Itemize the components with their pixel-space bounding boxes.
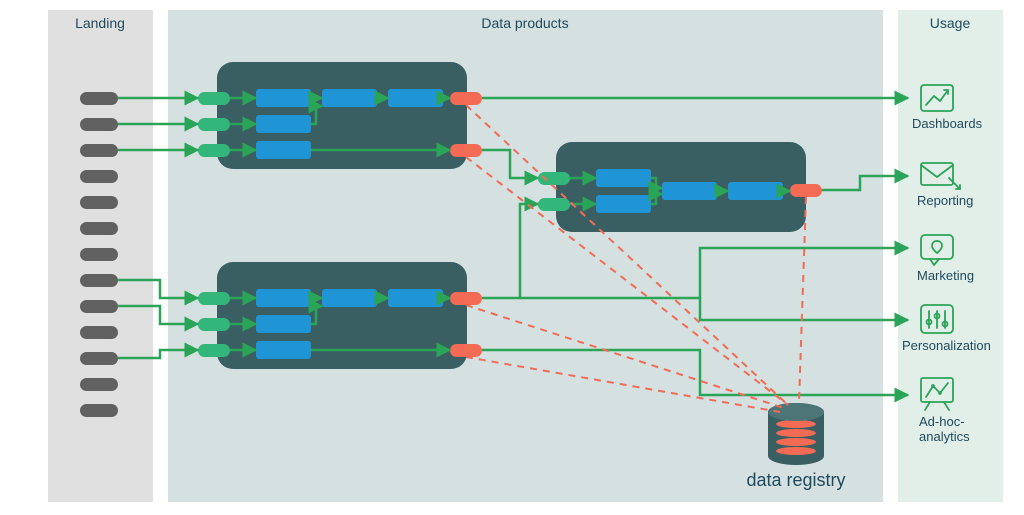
usage-title: Usage: [930, 15, 971, 31]
product-box-top: [198, 62, 482, 169]
product-box-right: [538, 142, 822, 232]
svg-text:Marketing: Marketing: [917, 268, 974, 283]
svg-text:Ad-hoc- analytics: Ad-hoc- analytics: [919, 414, 970, 444]
svg-text:Reporting: Reporting: [917, 193, 973, 208]
svg-text:Dashboards: Dashboards: [912, 116, 983, 131]
landing-title: Landing: [75, 15, 125, 31]
data-products-title: Data products: [481, 15, 568, 31]
product-box-bottom: [198, 262, 482, 369]
data-registry-label: data registry: [746, 470, 845, 490]
architecture-diagram: Landing Data products Usage: [0, 0, 1024, 510]
svg-text:Personalization: Personalization: [902, 338, 991, 353]
